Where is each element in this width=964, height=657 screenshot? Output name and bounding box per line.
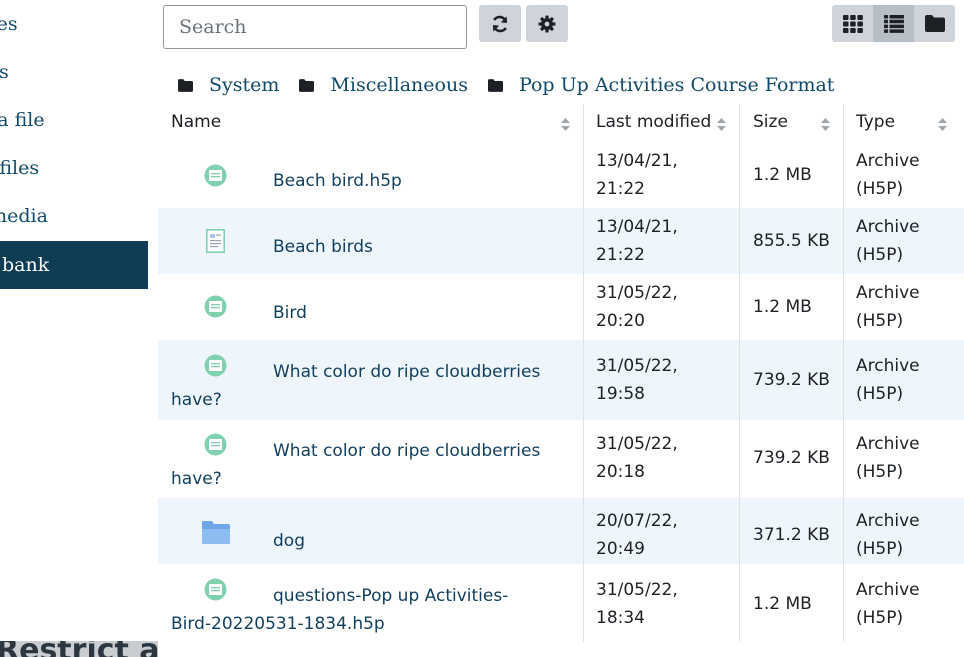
file-type: Archive — [856, 283, 920, 303]
sidebar-item-embedded-media[interactable]: Embedded media — [0, 192, 148, 240]
folder-icon — [202, 521, 230, 544]
breadcrumb-label: Pop Up Activities Course Format — [518, 74, 835, 96]
sort-icon — [821, 118, 830, 131]
sidebar-item-label: Private files — [0, 13, 18, 35]
h5p-file-icon — [204, 295, 227, 318]
breadcrumb: System Miscellaneous Pop Up Activities C… — [178, 70, 854, 100]
h5p-file-icon — [204, 433, 227, 456]
file-name-continued[interactable]: Bird-20220531-1834.h5p — [171, 610, 385, 638]
file-size: 1.2 MB — [753, 165, 812, 185]
view-list-button[interactable] — [873, 5, 914, 42]
file-type: Archive — [856, 217, 920, 237]
breadcrumb-item-system[interactable]: System — [178, 74, 279, 96]
column-header-last-modified[interactable]: Last modified — [583, 104, 739, 144]
folder-icon — [487, 78, 503, 92]
view-tree-button[interactable] — [914, 5, 955, 42]
file-name[interactable]: What color do ripe cloudberries — [273, 437, 540, 465]
file-type-detail: (H5P) — [856, 179, 904, 199]
file-type-detail: (H5P) — [856, 311, 904, 331]
file-name[interactable]: Beach bird.h5p — [273, 167, 402, 195]
sidebar-item-course-files[interactable]: Course files — [0, 144, 148, 192]
file-time: 20:20 — [596, 311, 645, 331]
file-type: Archive — [856, 434, 920, 454]
sidebar-item-upload-file[interactable]: Upload a file — [0, 96, 148, 144]
file-type-detail: (H5P) — [856, 608, 904, 628]
file-size: 855.5 KB — [753, 231, 830, 251]
settings-button[interactable] — [526, 5, 568, 42]
file-time: 20:49 — [596, 539, 645, 559]
file-name-continued[interactable]: have? — [171, 386, 222, 414]
breadcrumb-label: System — [209, 74, 280, 96]
view-icons-button[interactable] — [832, 5, 873, 42]
sort-icon — [938, 118, 947, 131]
file-time: 19:58 — [596, 384, 645, 404]
file-date: 20/07/22, — [596, 511, 678, 531]
restrict-access-heading: Restrict ac — [0, 641, 158, 657]
sidebar-item-label: Course files — [0, 157, 40, 179]
file-size: 1.2 MB — [753, 594, 812, 614]
folder-icon — [178, 78, 193, 92]
column-header-type[interactable]: Type — [843, 104, 964, 144]
sidebar-item-private-files[interactable]: Private files — [0, 0, 148, 48]
grid-icon — [842, 14, 863, 33]
column-header-name[interactable]: Name — [158, 104, 583, 144]
file-type: Archive — [856, 580, 920, 600]
sidebar: Private files Content files Upload a fil… — [0, 0, 158, 657]
file-type-detail: (H5P) — [856, 245, 904, 265]
file-name[interactable]: What color do ripe cloudberries — [273, 358, 540, 386]
file-type-detail: (H5P) — [856, 384, 904, 404]
file-type: Archive — [856, 511, 920, 531]
h5p-file-icon — [204, 164, 227, 187]
sidebar-item-label: Content bank — [0, 254, 50, 276]
file-date: 13/04/21, — [596, 151, 678, 171]
file-type: Archive — [856, 151, 920, 171]
file-name[interactable]: questions-Pop up Activities- — [273, 582, 508, 610]
file-date: 13/04/21, — [596, 217, 678, 237]
file-size: 371.2 KB — [753, 525, 830, 545]
sort-icon — [561, 118, 570, 131]
h5p-file-icon — [204, 578, 227, 601]
folder-tree-icon — [924, 15, 945, 32]
sidebar-item-label: Embedded media — [0, 205, 48, 227]
file-time: 21:22 — [596, 245, 645, 265]
file-date: 31/05/22, — [596, 356, 678, 376]
column-header-size[interactable]: Size — [739, 104, 843, 144]
sidebar-item-label: Upload a file — [0, 109, 45, 131]
file-size: 739.2 KB — [753, 448, 830, 468]
breadcrumb-item-miscellaneous[interactable]: Miscellaneous — [299, 74, 468, 96]
breadcrumb-label: Miscellaneous — [330, 74, 468, 96]
sidebar-item-content-files[interactable]: Content files — [0, 48, 148, 96]
file-time: 18:34 — [596, 608, 645, 628]
refresh-icon — [492, 15, 508, 32]
file-name[interactable]: Beach birds — [273, 233, 373, 261]
file-name[interactable]: dog — [273, 527, 305, 555]
file-time: 21:22 — [596, 179, 645, 199]
file-type-detail: (H5P) — [856, 539, 904, 559]
file-date: 31/05/22, — [596, 434, 678, 454]
refresh-button[interactable] — [479, 5, 521, 42]
file-date: 31/05/22, — [596, 580, 678, 600]
sidebar-item-label: Content files — [0, 61, 9, 83]
column-divider — [583, 104, 584, 642]
column-divider — [843, 104, 844, 642]
breadcrumb-item-pop-up-activities[interactable]: Pop Up Activities Course Format — [487, 74, 835, 96]
file-date: 31/05/22, — [596, 283, 678, 303]
file-size: 739.2 KB — [753, 370, 830, 390]
list-icon — [883, 14, 904, 33]
sidebar-item-content-bank[interactable]: Content bank — [0, 241, 148, 289]
gear-icon — [538, 15, 556, 32]
file-type: Archive — [856, 356, 920, 376]
file-time: 20:18 — [596, 462, 645, 482]
search-input[interactable] — [163, 5, 467, 49]
file-type-detail: (H5P) — [856, 462, 904, 482]
folder-icon — [299, 78, 315, 92]
h5p-file-icon — [204, 354, 227, 377]
column-divider — [739, 104, 740, 642]
file-size: 1.2 MB — [753, 297, 812, 317]
document-icon — [206, 229, 225, 253]
file-name[interactable]: Bird — [273, 299, 307, 327]
view-switcher — [832, 5, 955, 42]
sort-icon — [717, 118, 726, 131]
file-name-continued[interactable]: have? — [171, 465, 222, 493]
